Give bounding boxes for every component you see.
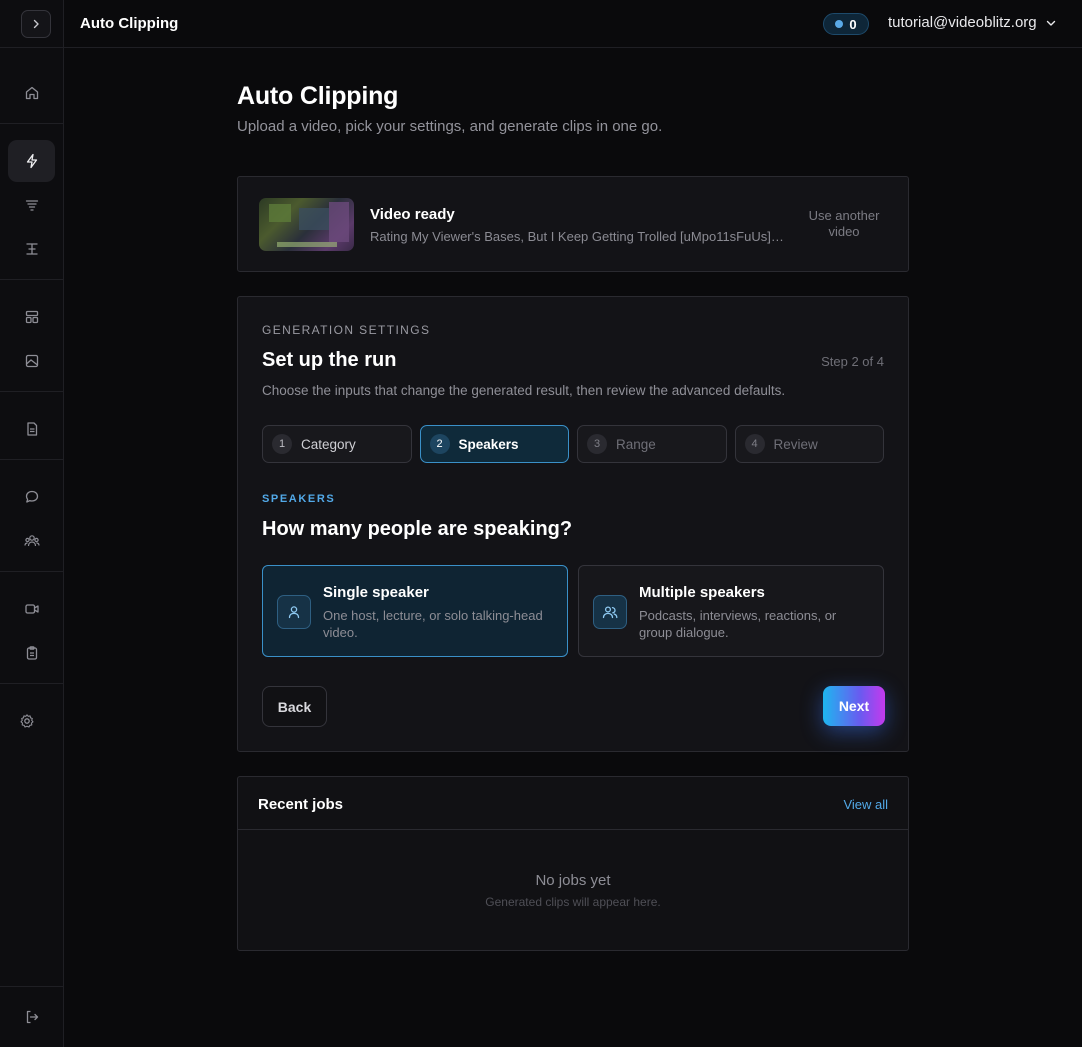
option-single-speaker[interactable]: Single speaker One host, lecture, or sol… bbox=[262, 565, 568, 657]
settings-title: Set up the run bbox=[262, 349, 397, 371]
credits-count: 0 bbox=[849, 16, 857, 32]
sidebar-toggle-button[interactable] bbox=[21, 10, 51, 38]
option-title: Multiple speakers bbox=[639, 584, 765, 601]
credits-badge[interactable]: 0 bbox=[823, 13, 869, 35]
sidebar-item-templates[interactable] bbox=[8, 296, 55, 338]
step-number: 1 bbox=[272, 434, 292, 454]
video-icon bbox=[24, 604, 39, 614]
sidebar-item-text-format[interactable] bbox=[8, 228, 55, 270]
text-format-icon bbox=[25, 243, 38, 255]
sidebar-item-auto-clipping[interactable] bbox=[8, 140, 55, 182]
captions-icon bbox=[25, 200, 38, 211]
option-multiple-speakers[interactable]: Multiple speakers Podcasts, interviews, … bbox=[578, 565, 884, 657]
step-number: 3 bbox=[587, 434, 607, 454]
option-description: Podcasts, interviews, reactions, or grou… bbox=[639, 608, 837, 640]
next-button[interactable]: Next bbox=[823, 686, 885, 726]
step-review[interactable]: 4 Review bbox=[734, 425, 884, 463]
image-edit-icon bbox=[25, 354, 38, 368]
chat-icon bbox=[25, 490, 38, 503]
templates-icon bbox=[25, 310, 38, 324]
home-icon bbox=[25, 86, 38, 100]
stepper: 1 Category 2 Speakers 3 Range 4 Review bbox=[262, 425, 884, 463]
settings-eyebrow: GENERATION SETTINGS bbox=[262, 323, 431, 337]
view-all-link[interactable]: View all bbox=[843, 797, 888, 812]
sidebar-item-documents[interactable] bbox=[8, 408, 55, 450]
sidebar-item-captions[interactable] bbox=[8, 184, 55, 226]
back-button[interactable]: Back bbox=[262, 686, 327, 727]
multiple-people-icon bbox=[593, 595, 627, 629]
logout-icon bbox=[26, 1010, 39, 1024]
chevron-right-icon bbox=[33, 19, 39, 29]
empty-state-title: No jobs yet bbox=[535, 872, 611, 889]
option-description: One host, lecture, or solo talking-head … bbox=[323, 608, 543, 640]
video-thumbnail bbox=[259, 198, 354, 251]
chevron-down-icon bbox=[1046, 20, 1055, 26]
step-label: Review bbox=[773, 436, 818, 452]
lightning-icon bbox=[26, 153, 37, 169]
sidebar-item-clipboard[interactable] bbox=[8, 632, 55, 674]
step-number: 4 bbox=[744, 434, 765, 454]
top-bar: Auto Clipping 0 tutorial@videoblitz.org bbox=[64, 0, 1082, 48]
sidebar bbox=[0, 0, 64, 1047]
speakers-question: How many people are speaking? bbox=[262, 518, 573, 540]
app-title: Auto Clipping bbox=[80, 15, 179, 32]
settings-description: Choose the inputs that change the genera… bbox=[262, 383, 786, 398]
account-menu[interactable]: tutorial@videoblitz.org bbox=[888, 14, 1057, 31]
clipboard-icon bbox=[26, 646, 37, 660]
sidebar-item-team[interactable] bbox=[8, 520, 55, 562]
video-filename: Rating My Viewer's Bases, But I Keep Get… bbox=[370, 229, 785, 244]
recent-jobs-header: Recent jobs View all bbox=[238, 777, 908, 830]
sidebar-item-settings[interactable] bbox=[3, 700, 50, 742]
generation-settings-card: GENERATION SETTINGS Set up the run Step … bbox=[237, 296, 909, 752]
team-icon bbox=[23, 535, 40, 547]
page-subtitle: Upload a video, pick your settings, and … bbox=[237, 118, 663, 135]
coin-icon bbox=[835, 20, 844, 28]
sidebar-item-image-edit[interactable] bbox=[8, 340, 55, 382]
recent-jobs-card: Recent jobs View all No jobs yet Generat… bbox=[237, 776, 909, 951]
step-category[interactable]: 1 Category bbox=[262, 425, 412, 463]
empty-state-subtitle: Generated clips will appear here. bbox=[485, 895, 661, 909]
step-label: Speakers bbox=[458, 436, 519, 452]
step-number: 2 bbox=[429, 434, 450, 454]
document-icon bbox=[26, 422, 37, 436]
option-title: Single speaker bbox=[323, 584, 429, 601]
account-email: tutorial@videoblitz.org bbox=[888, 14, 1037, 31]
step-label: Range bbox=[616, 436, 656, 452]
page-title: Auto Clipping bbox=[237, 82, 399, 110]
sidebar-item-home[interactable] bbox=[8, 72, 55, 114]
section-eyebrow: SPEAKERS bbox=[262, 493, 336, 505]
step-speakers[interactable]: 2 Speakers bbox=[419, 425, 569, 463]
single-person-icon bbox=[277, 595, 311, 629]
video-status: Video ready bbox=[370, 206, 455, 223]
step-counter: Step 2 of 4 bbox=[821, 354, 884, 369]
use-another-video-button[interactable]: Use another video bbox=[800, 208, 888, 240]
sidebar-item-video[interactable] bbox=[8, 588, 55, 630]
recent-jobs-title: Recent jobs bbox=[258, 796, 344, 813]
logout-button[interactable] bbox=[16, 996, 48, 1038]
sidebar-item-chat[interactable] bbox=[8, 476, 55, 518]
video-card: Video ready Rating My Viewer's Bases, Bu… bbox=[237, 176, 909, 272]
step-label: Category bbox=[301, 436, 356, 452]
settings-icon bbox=[19, 714, 34, 728]
step-range[interactable]: 3 Range bbox=[577, 425, 727, 463]
